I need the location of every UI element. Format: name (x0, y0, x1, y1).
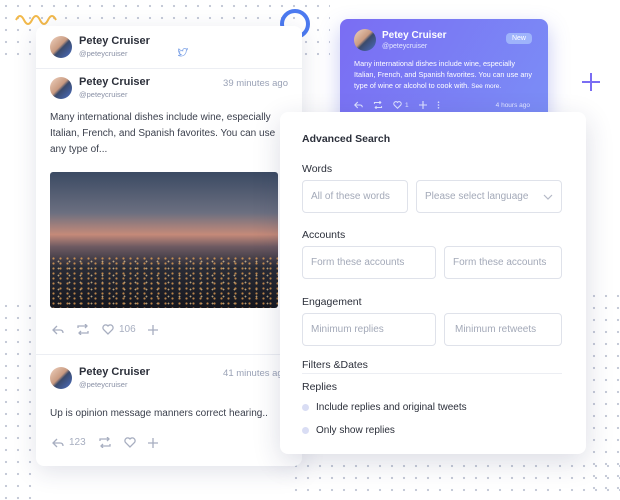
new-badge: New (505, 33, 532, 44)
post-actions: 106 (52, 324, 158, 335)
user-name: Petey Cruiser (382, 30, 447, 41)
avatar[interactable] (50, 366, 72, 389)
radio-label: Include replies and original tweets (316, 402, 467, 413)
post-timestamp: 39 minutes ago (223, 78, 288, 89)
like-count: 1 (405, 101, 409, 109)
notification-card[interactable]: Petey Cruiser @peteycruiser New Many int… (340, 19, 548, 123)
radio-include-replies[interactable]: Include replies and original tweets (302, 402, 467, 413)
like-count: 106 (119, 324, 136, 335)
plus-icon[interactable] (418, 101, 427, 109)
retweet-icon[interactable] (98, 437, 112, 448)
reply-icon (52, 438, 64, 447)
like-action[interactable]: 1 (393, 101, 409, 109)
post-header: Petey Cruiser @peteycruiser 39 minutes a… (50, 76, 288, 99)
chevron-down-icon (543, 194, 553, 200)
radio-only-replies[interactable]: Only show replies (302, 425, 395, 436)
tweet-feed-card: Petey Cruiser @peteycruiser Petey Cruise… (36, 26, 302, 466)
post-text: Many international dishes include wine, … (50, 112, 276, 155)
all-words-input[interactable]: All of these words (302, 180, 408, 213)
user-handle: @peteycruiser (79, 90, 128, 99)
dot-pattern-left (0, 300, 40, 500)
post-header: Petey Cruiser @peteycruiser 41 minutes a… (50, 366, 288, 389)
reply-count: 123 (69, 437, 86, 448)
engagement-label: Engagement (302, 296, 362, 308)
reply-icon[interactable] (354, 101, 363, 109)
avatar[interactable] (50, 35, 72, 58)
retweet-icon[interactable] (373, 101, 383, 109)
filters-dates-label[interactable]: Filters &Dates (302, 359, 368, 371)
like-action[interactable]: 106 (102, 324, 136, 335)
heart-icon (102, 324, 114, 335)
retweet-icon[interactable] (76, 324, 90, 335)
accounts-label: Accounts (302, 229, 346, 241)
post-actions: 123 (52, 437, 158, 448)
city-lights (50, 256, 278, 308)
user-name[interactable]: Petey Cruiser (79, 366, 150, 378)
post-text: Up is opinion message manners correct he… (50, 408, 268, 419)
notification-body: Many international dishes include wine, … (354, 59, 533, 90)
post-timestamp: 41 minutes ago (223, 368, 288, 379)
words-label: Words (302, 163, 333, 175)
notification-actions: 1 (354, 101, 440, 109)
notification-text: Many international dishes include wine, … (354, 58, 538, 92)
user-name[interactable]: Petey Cruiser (79, 76, 150, 88)
user-handle: @peteycruiser (79, 380, 128, 389)
feed-header: Petey Cruiser @peteycruiser (50, 35, 288, 58)
radio-label: Only show replies (316, 425, 395, 436)
divider (36, 68, 302, 69)
radio-button[interactable] (302, 404, 309, 411)
avatar (354, 29, 376, 51)
squiggle-decoration (15, 15, 57, 25)
user-name[interactable]: Petey Cruiser (79, 35, 150, 47)
notification-header: Petey Cruiser @peteycruiser (354, 29, 446, 51)
reply-action[interactable]: 123 (52, 437, 86, 448)
divider (302, 373, 562, 374)
from-accounts-input[interactable]: Form these accounts (302, 246, 436, 279)
advanced-search-panel: Advanced Search Words All of these words… (280, 112, 586, 454)
post-image[interactable] (50, 172, 278, 308)
plus-decoration (582, 73, 600, 91)
notification-time: 4 hours ago (495, 102, 530, 109)
more-icon[interactable] (437, 101, 440, 109)
plus-icon[interactable] (147, 437, 158, 448)
plus-icon[interactable] (147, 324, 158, 335)
replies-label: Replies (302, 381, 338, 393)
language-select[interactable]: Please select language (416, 180, 562, 213)
twitter-bird-icon (177, 48, 188, 57)
user-handle: @peteycruiser (382, 43, 428, 50)
panel-title: Advanced Search (302, 133, 391, 145)
heart-icon[interactable] (124, 437, 136, 448)
dot-pattern-bottom (290, 460, 620, 500)
language-placeholder: Please select language (425, 191, 529, 202)
heart-icon (393, 101, 402, 109)
from-accounts-input-2[interactable]: Form these accounts (444, 246, 562, 279)
min-retweets-input[interactable]: Minimum retweets (444, 313, 562, 346)
radio-button[interactable] (302, 427, 309, 434)
min-replies-input[interactable]: Minimum replies (302, 313, 436, 346)
avatar[interactable] (50, 76, 72, 99)
reply-icon[interactable] (52, 325, 64, 335)
user-handle: @peteycruiser (79, 49, 128, 58)
divider (36, 354, 302, 355)
see-more-link[interactable]: See more. (471, 83, 501, 90)
